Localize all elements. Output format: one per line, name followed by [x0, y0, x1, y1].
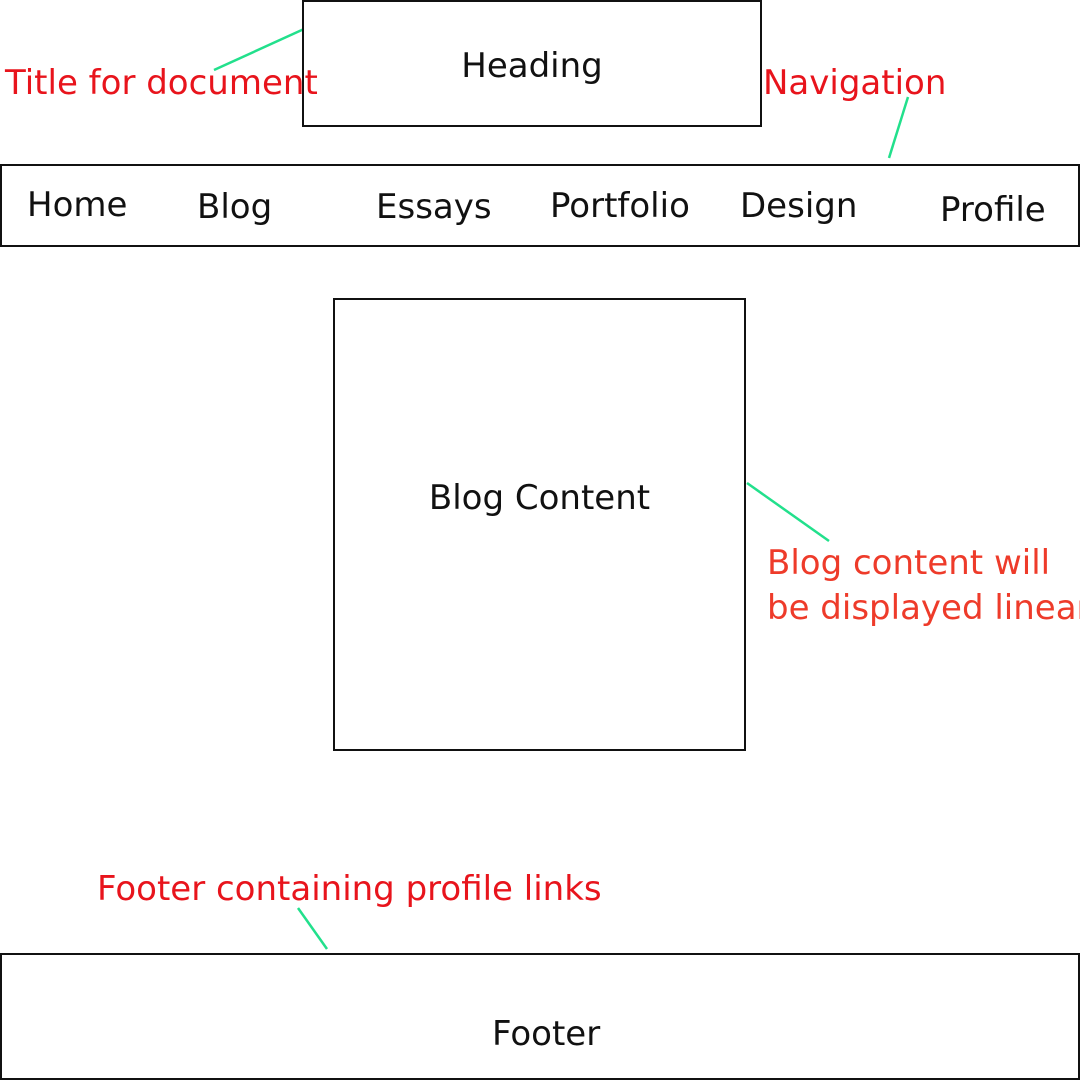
navigation-annotation: Navigation: [763, 63, 947, 103]
nav-item-design[interactable]: Design: [740, 189, 857, 223]
heading-label: Heading: [461, 46, 603, 86]
nav-item-portfolio[interactable]: Portfolio: [550, 189, 690, 223]
content-connector: [746, 481, 830, 543]
title-annotation: Title for document: [5, 63, 318, 103]
footer-box: Footer: [0, 953, 1080, 1080]
nav-item-profile[interactable]: Profile: [940, 193, 1046, 227]
footer-connector: [296, 907, 329, 950]
heading-box: Heading: [302, 0, 762, 127]
nav-item-home[interactable]: Home: [27, 188, 127, 222]
navigation-bar: Home Blog Essays Portfolio Design Profil…: [0, 164, 1080, 247]
content-annotation-line1: Blog content will: [767, 543, 1051, 583]
navigation-connector: [887, 96, 910, 159]
footer-annotation: Footer containing profile links: [97, 869, 602, 909]
footer-label: Footer: [492, 1014, 601, 1054]
nav-item-blog[interactable]: Blog: [197, 190, 272, 224]
content-annotation-line2: be displayed linear: [767, 588, 1080, 628]
blog-content-label: Blog Content: [428, 478, 651, 518]
nav-item-essays[interactable]: Essays: [376, 190, 492, 224]
blog-content-box: Blog Content: [333, 298, 746, 751]
